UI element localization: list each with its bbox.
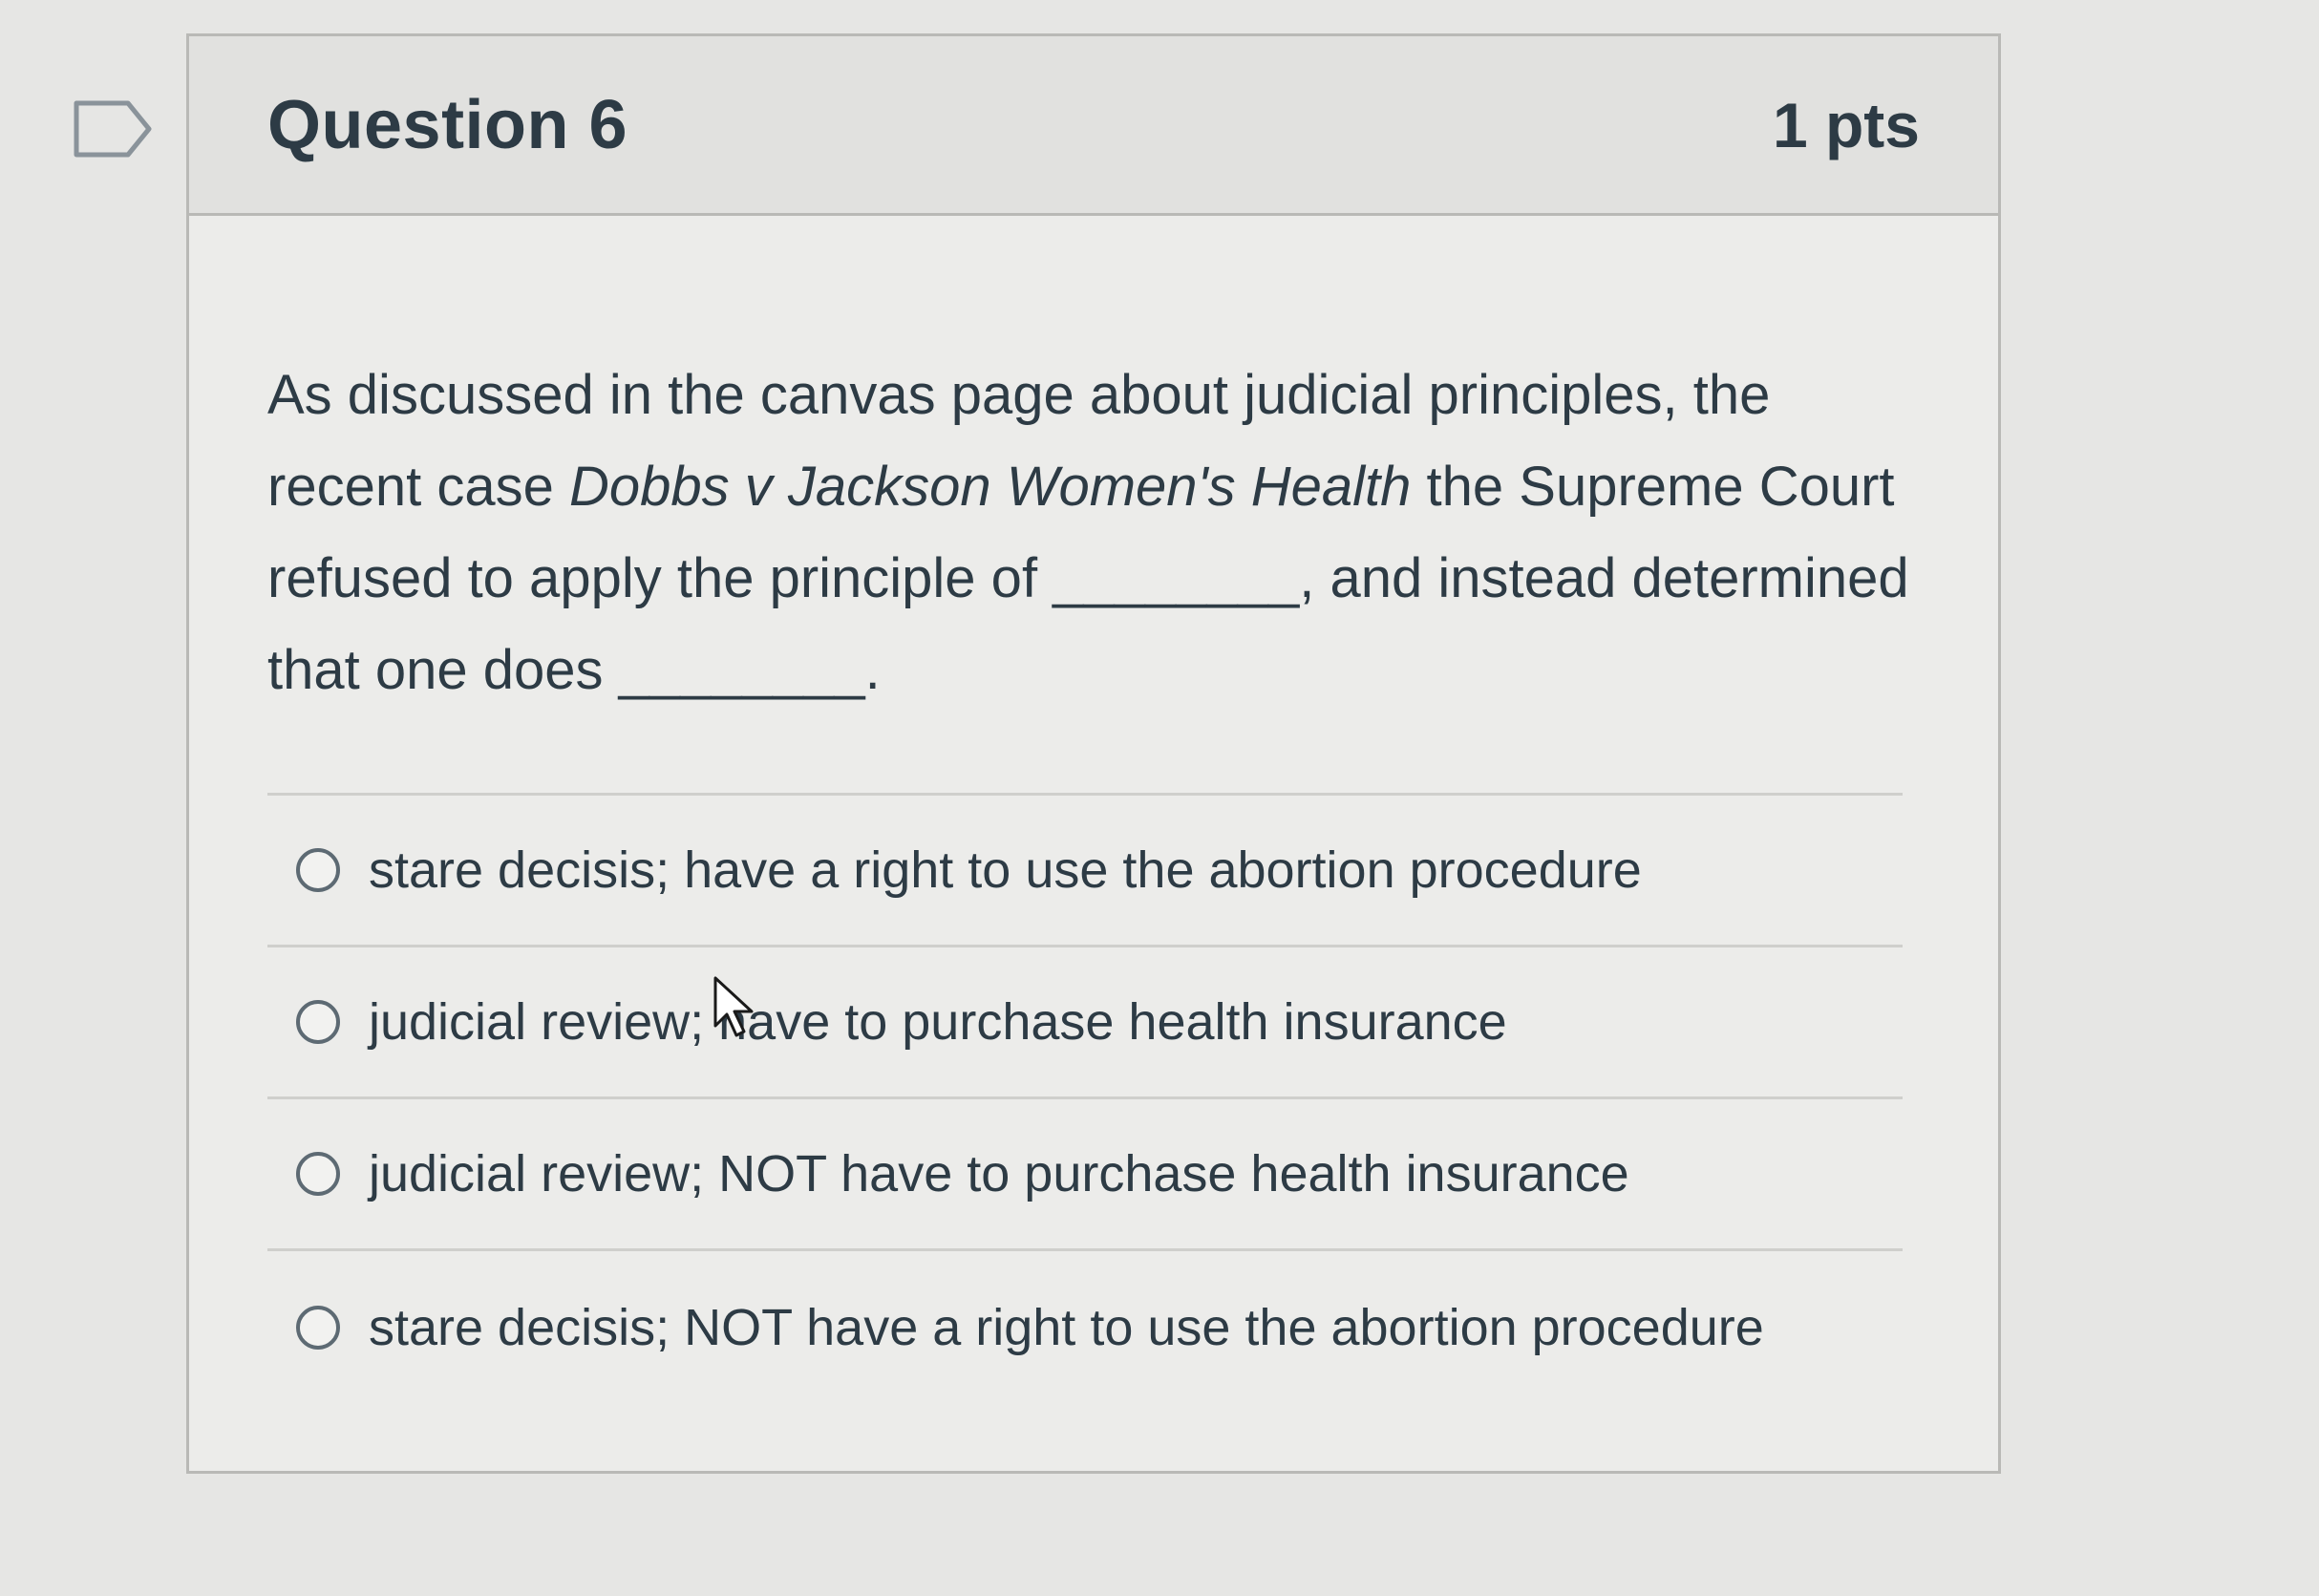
answer-label[interactable]: judicial review; NOT have to purchase he… — [369, 1144, 1629, 1203]
question-body: As discussed in the canvas page about ju… — [189, 216, 1998, 1403]
radio-button[interactable] — [296, 1000, 340, 1044]
question-points: 1 pts — [1772, 89, 1920, 160]
answer-option[interactable]: stare decisis; have a right to use the a… — [267, 796, 1903, 947]
answer-option[interactable]: judicial review; have to purchase health… — [267, 947, 1903, 1099]
question-text: As discussed in the canvas page about ju… — [267, 350, 1910, 716]
mouse-pointer-icon — [712, 974, 759, 1041]
flag-question-icon[interactable] — [73, 99, 153, 159]
radio-button[interactable] — [296, 1152, 340, 1196]
question-title: Question 6 — [267, 86, 628, 163]
answer-label[interactable]: stare decisis; NOT have a right to use t… — [369, 1298, 1764, 1357]
question-card: Question 6 1 pts As discussed in the can… — [186, 33, 2001, 1474]
answer-list: stare decisis; have a right to use the a… — [267, 793, 1903, 1403]
case-name: Dobbs v Jackson Women's Health — [568, 456, 1412, 518]
answer-label[interactable]: stare decisis; have a right to use the a… — [369, 841, 1642, 900]
radio-button[interactable] — [296, 848, 340, 892]
answer-option[interactable]: judicial review; NOT have to purchase he… — [267, 1099, 1903, 1251]
answer-label[interactable]: judicial review; have to purchase health… — [369, 992, 1507, 1052]
answer-option[interactable]: stare decisis; NOT have a right to use t… — [267, 1251, 1903, 1403]
question-header: Question 6 1 pts — [189, 36, 1998, 216]
radio-button[interactable] — [296, 1305, 340, 1350]
